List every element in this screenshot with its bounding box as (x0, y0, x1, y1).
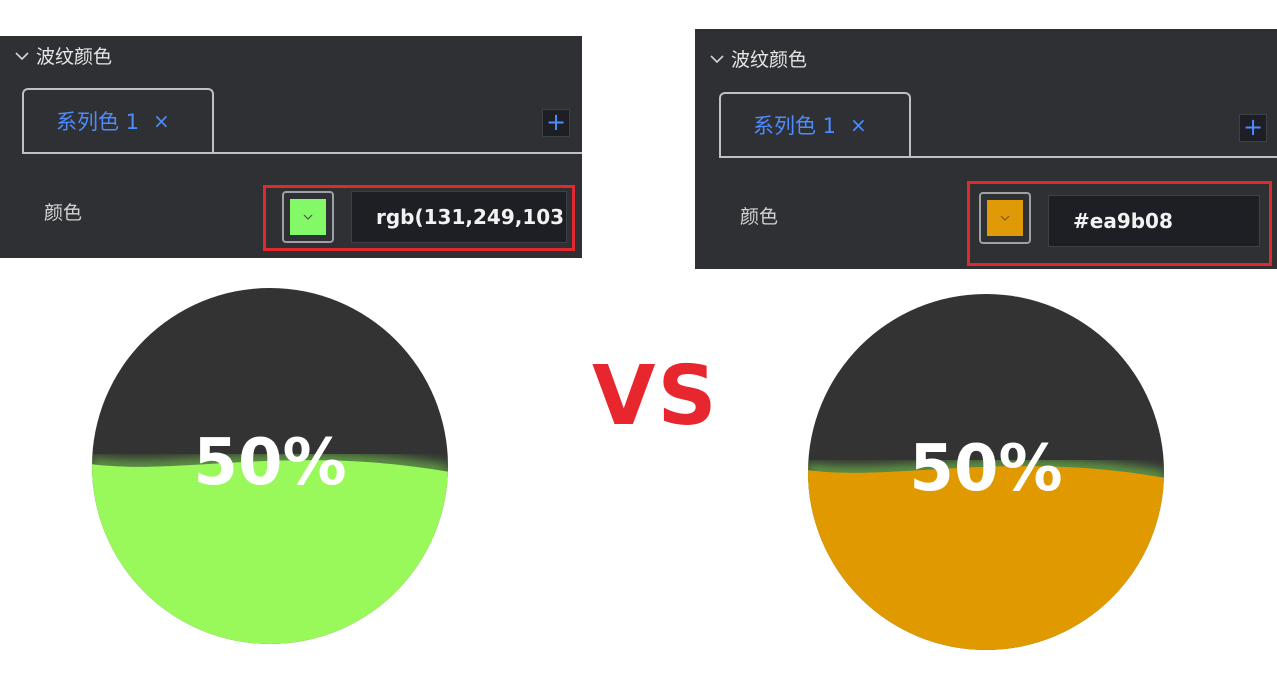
chevron-down-icon (710, 54, 724, 63)
tab-series-color-1[interactable]: 系列色 1 × (719, 92, 911, 156)
color-swatch (290, 199, 326, 235)
tab-divider (719, 156, 1277, 158)
chevron-down-icon (303, 214, 313, 220)
color-value-input[interactable]: #ea9b08 (1048, 195, 1260, 247)
vs-label: VS (592, 349, 719, 444)
chevron-down-icon (15, 51, 29, 60)
color-field-label: 颜色 (44, 202, 83, 224)
color-swatch (987, 200, 1023, 236)
color-picker-button[interactable] (282, 191, 334, 243)
settings-panel-left: 波纹颜色 系列色 1 × + 颜色 rgb(131,249,103 (0, 36, 582, 258)
close-icon[interactable]: × (850, 113, 867, 137)
liquid-fill-gauge-right: 50% (808, 294, 1164, 650)
comparison-page: 波纹颜色 系列色 1 × + 颜色 rgb(131,249,103 波纹颜色 系… (0, 0, 1277, 682)
close-icon[interactable]: × (153, 109, 170, 133)
gauge-percent-label: 50% (193, 426, 346, 500)
tab-label: 系列色 1 (753, 114, 837, 138)
section-header-wave-color[interactable]: 波纹颜色 (14, 42, 112, 69)
settings-panel-right: 波纹颜色 系列色 1 × + 颜色 #ea9b08 (695, 29, 1277, 269)
liquid-fill-gauge-left: 50% (92, 288, 448, 644)
section-title: 波纹颜色 (36, 46, 113, 68)
tab-divider (22, 152, 582, 154)
color-field-label: 颜色 (740, 206, 779, 228)
color-picker-button[interactable] (979, 192, 1031, 244)
color-value-input[interactable]: rgb(131,249,103 (351, 191, 567, 243)
section-title: 波纹颜色 (731, 49, 808, 71)
section-header-wave-color[interactable]: 波纹颜色 (709, 45, 807, 72)
tab-series-color-1[interactable]: 系列色 1 × (22, 88, 214, 152)
tab-label: 系列色 1 (56, 110, 140, 134)
gauge-percent-label: 50% (909, 432, 1062, 506)
add-series-button[interactable]: + (542, 109, 570, 137)
chevron-down-icon (1000, 215, 1010, 221)
add-series-button[interactable]: + (1239, 114, 1267, 142)
